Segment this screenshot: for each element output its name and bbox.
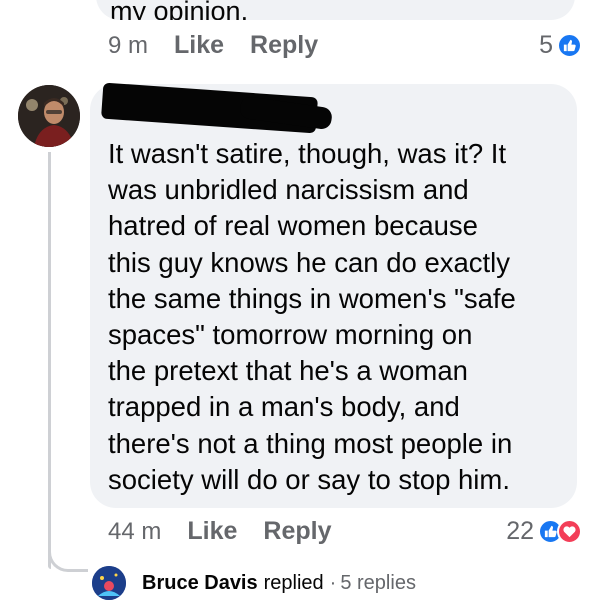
comment-text-line: the same things in women's "safe [108,282,516,314]
comment-text-line: there's not a thing most people in [108,427,513,459]
comment-text-line: was unbridled narcissism and [108,174,469,206]
comment-text-line: hatred of real women because [108,210,478,242]
love-icon [557,519,582,544]
comment-text-line: society will do or say to stop him. [108,463,510,495]
comment-time[interactable]: 44 m [108,518,161,546]
comment-thread: my opinion. 9 m Like Reply 5 J It wasn't [0,0,599,600]
reply-button[interactable]: Reply [263,517,331,546]
thread-connector-line [48,152,51,569]
replied-label: replied [263,571,324,594]
like-button[interactable]: Like [187,517,237,546]
previous-like-button[interactable]: Like [174,31,224,60]
reply-author-name[interactable]: Bruce Davis [142,572,258,595]
comment-text-line: It wasn't satire, though, was it? It [108,138,507,169]
comment-reactions[interactable]: 22 [506,517,582,546]
comment-actions: 44 m Like Reply [108,517,331,546]
previous-comment-actions: 9 m Like Reply [108,31,318,60]
previous-reaction-count: 5 [539,31,553,59]
comment-text-line: this guy knows he can do exactly [108,246,511,278]
previous-reactions[interactable]: 5 [539,31,582,60]
reaction-count: 22 [506,517,534,545]
comment-text-line: trapped in a man's body, and [108,391,460,423]
comment-text-line: the pretext that he's a woman [108,355,468,387]
separator-dot: · [329,571,337,594]
reply-author-avatar [92,566,126,600]
previous-reply-button[interactable]: Reply [250,31,318,60]
previous-comment-time[interactable]: 9 m [108,32,148,60]
commenter-avatar[interactable] [18,85,80,147]
comment-text-line: spaces" tomorrow morning on [108,319,473,351]
previous-comment-bubble: my opinion. [96,0,575,20]
previous-comment-text: my opinion. [110,0,249,20]
like-icon [557,33,582,58]
view-replies-link[interactable]: Bruce Davis replied · 5 replies [92,566,416,600]
reply-count[interactable]: 5 replies [340,572,416,595]
comment-bubble: J It wasn't satire, though, was it? It w… [90,82,577,508]
comment-text: It wasn't satire, though, was it? It was… [108,136,568,498]
thread-connector-curve [48,541,88,572]
